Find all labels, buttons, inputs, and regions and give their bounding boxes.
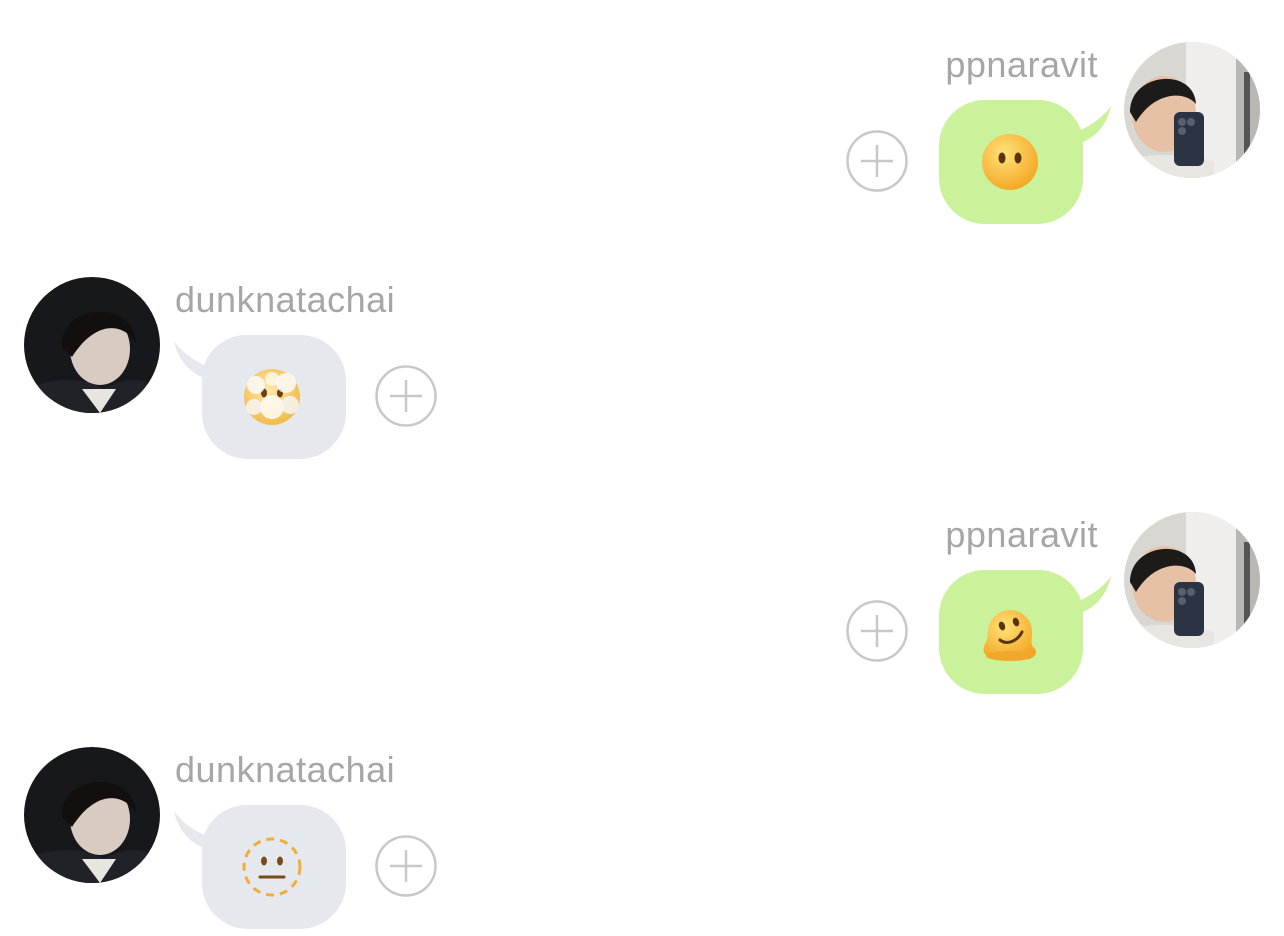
chat-message: ppnaravit xyxy=(0,470,1284,695)
face-in-clouds-icon xyxy=(242,367,302,427)
dotted-line-face-icon xyxy=(242,837,302,897)
add-reaction-button[interactable] xyxy=(375,835,437,897)
add-reaction-button[interactable] xyxy=(375,365,437,427)
avatar[interactable] xyxy=(24,747,160,883)
chat-message: ppnaravit xyxy=(0,0,1284,225)
avatar[interactable] xyxy=(24,277,160,413)
add-reaction-button[interactable] xyxy=(846,600,908,662)
avatar[interactable] xyxy=(1124,42,1260,178)
sender-name: dunknatachai xyxy=(175,749,396,790)
sender-name: ppnaravit xyxy=(945,44,1098,85)
avatar[interactable] xyxy=(1124,512,1260,648)
chat-message: dunknatachai xyxy=(0,235,1284,460)
sender-name: dunknatachai xyxy=(175,279,396,320)
chat-message: dunknatachai xyxy=(0,705,1284,930)
add-reaction-button[interactable] xyxy=(846,130,908,192)
face-without-mouth-icon xyxy=(980,132,1040,192)
sender-name: ppnaravit xyxy=(945,514,1098,555)
melting-face-icon xyxy=(980,602,1040,662)
